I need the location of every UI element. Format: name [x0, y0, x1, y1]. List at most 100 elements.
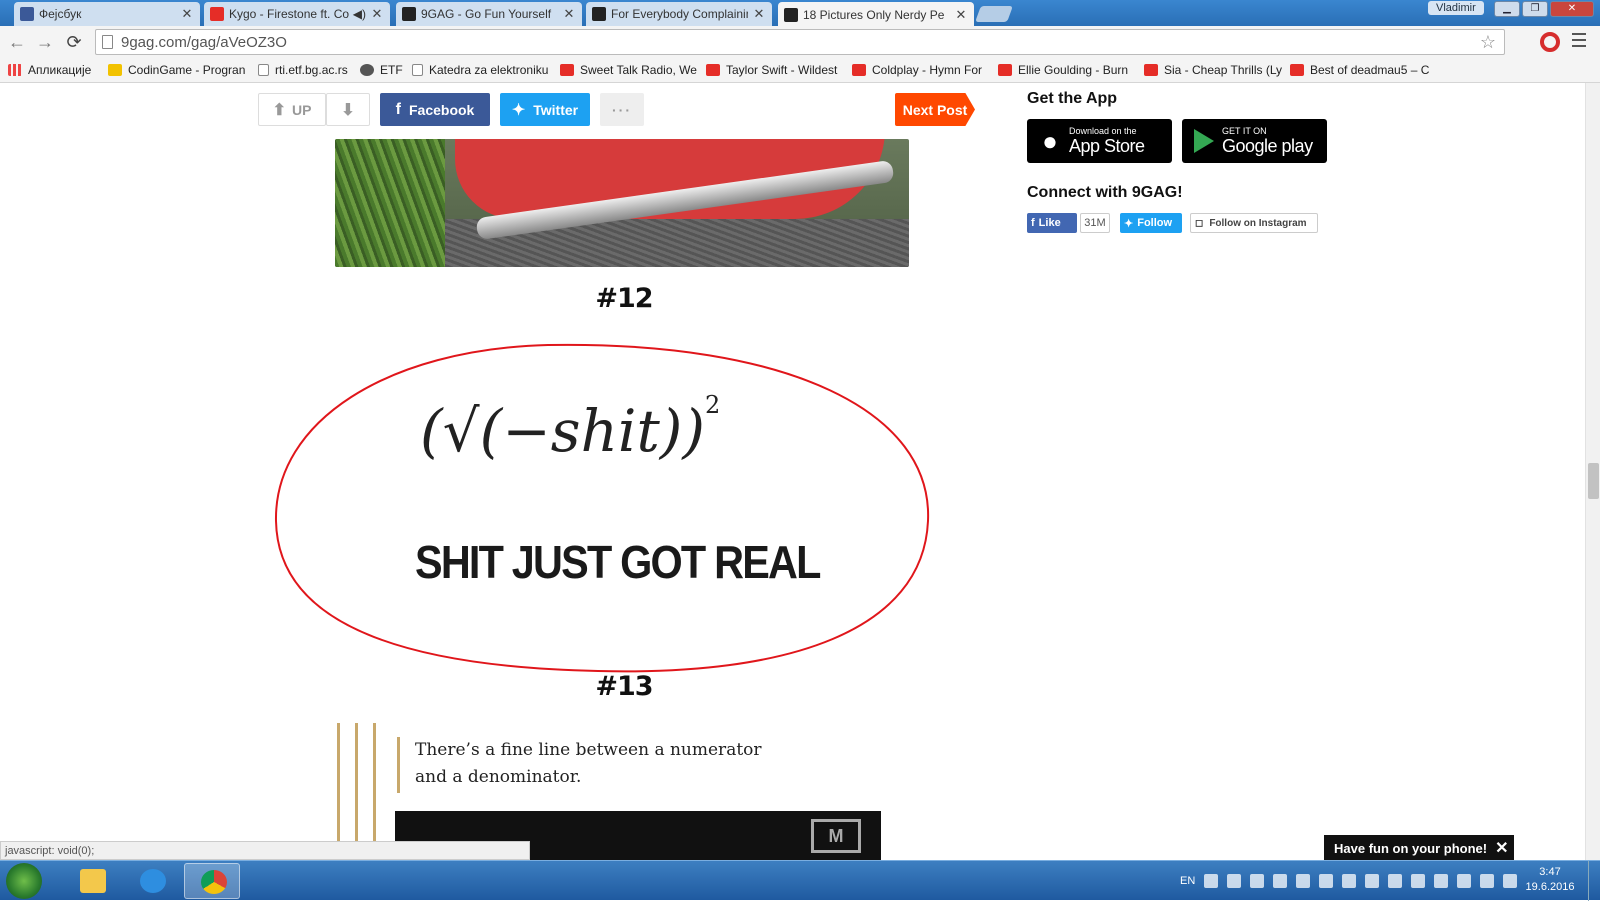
decorative-line — [337, 723, 340, 860]
meme-caption: SHIT JUST GOT REAL — [415, 536, 821, 588]
show-desktop-button[interactable] — [1588, 861, 1600, 901]
bookmark-ellie-goulding[interactable]: Ellie Goulding - Burn — [998, 63, 1136, 77]
bookmark-etf[interactable]: ETF — [360, 63, 404, 77]
facebook-share-button[interactable]: f Facebook — [380, 93, 490, 126]
app-store-button[interactable]: ● Download on the App Store — [1027, 119, 1172, 163]
get-app-title: Get the App — [1027, 90, 1118, 107]
keyboard-icon[interactable] — [1204, 874, 1219, 888]
key-icon[interactable] — [1227, 874, 1242, 888]
display-icon[interactable] — [1434, 874, 1449, 888]
bookmark-katedra[interactable]: Katedra za elektroniku — [412, 63, 552, 77]
9gag-icon — [592, 7, 606, 21]
tab-nerdy-pictures[interactable]: 18 Pictures Only Nerdy Pe ✕ — [778, 2, 974, 27]
youtube-icon — [852, 64, 866, 76]
close-icon[interactable]: ✕ — [752, 6, 766, 22]
bookmark-sweet-talk[interactable]: Sweet Talk Radio, We — [560, 63, 698, 77]
bookmark-deadmau5[interactable]: Best of deadmau5 – C — [1290, 63, 1430, 77]
bookmark-star-icon[interactable]: ☆ — [1480, 32, 1496, 53]
security-icon[interactable] — [1411, 874, 1426, 888]
flag-icon[interactable] — [1388, 874, 1403, 888]
system-tray: EN — [1180, 861, 1518, 901]
tray-app-icon[interactable] — [1296, 874, 1311, 888]
quote-text: There’s a fine line between a numerator … — [415, 737, 762, 791]
bookmark-label: Ellie Goulding - Burn — [1018, 63, 1129, 77]
bookmark-coldplay[interactable]: Coldplay - Hymn For — [852, 63, 990, 77]
internet-explorer-icon — [140, 869, 166, 893]
volume-icon[interactable] — [1503, 874, 1518, 888]
instagram-follow-button[interactable]: ◻ Follow on Instagram — [1190, 213, 1318, 233]
url-text[interactable]: 9gag.com/gag/aVeOZ3O — [121, 34, 287, 51]
twitter-follow-button[interactable]: ✦ Follow — [1120, 213, 1182, 233]
facebook-icon: f — [395, 100, 401, 118]
twitter-share-button[interactable]: ✦ Twitter — [500, 93, 590, 126]
twitter-icon: ✦ — [1124, 217, 1134, 230]
address-bar[interactable]: 9gag.com/gag/aVeOZ3O ☆ — [95, 29, 1505, 55]
dropbox-icon[interactable] — [1342, 874, 1357, 888]
forward-icon[interactable]: → — [34, 31, 56, 53]
signal-icon[interactable] — [1480, 874, 1495, 888]
back-icon[interactable]: ← — [6, 31, 28, 53]
scrollbar-thumb[interactable] — [1588, 463, 1599, 499]
tab-complaining[interactable]: For Everybody Complainin ✕ — [586, 2, 772, 26]
apple-icon: ● — [1042, 125, 1058, 156]
steam-icon[interactable] — [1273, 874, 1288, 888]
close-icon[interactable]: ✕ — [1495, 838, 1508, 858]
network-icon[interactable] — [1365, 874, 1380, 888]
tab-kygo[interactable]: Kygo - Firestone ft. Co ◀) ✕ — [204, 2, 390, 26]
twitter-icon: ✦ — [511, 101, 526, 119]
language-indicator[interactable]: EN — [1180, 875, 1195, 887]
bookmark-label: Sia - Cheap Thrills (Ly — [1164, 63, 1282, 77]
page-scrollbar[interactable] — [1585, 83, 1600, 860]
bookmark-label: Sweet Talk Radio, We — [580, 63, 697, 77]
instagram-icon: ◻ — [1195, 217, 1204, 229]
start-button[interactable] — [6, 863, 42, 899]
facebook-like-button[interactable]: f Like — [1027, 213, 1077, 233]
downvote-button[interactable]: ⬇ — [326, 93, 370, 126]
taskbar-internet-explorer[interactable] — [124, 863, 180, 899]
bookmark-apps[interactable]: Апликације — [8, 63, 100, 77]
tab-9gag-home[interactable]: 9GAG - Go Fun Yourself ✕ — [396, 2, 582, 26]
google-play-button[interactable]: GET IT ON Google play — [1182, 119, 1327, 163]
next-post-button[interactable]: Next Post — [895, 93, 975, 126]
minimize-button[interactable]: ▁ — [1494, 1, 1520, 17]
bookmark-codingame[interactable]: CodinGame - Progran — [108, 63, 250, 77]
facebook-like-count: 31M — [1080, 213, 1110, 233]
mtv-logo: M — [811, 819, 861, 853]
close-icon[interactable]: ✕ — [180, 6, 194, 22]
menu-icon[interactable] — [1572, 33, 1586, 47]
ig-follow-label: Follow on Instagram — [1209, 217, 1307, 229]
window-close-button[interactable]: ✕ — [1550, 1, 1594, 17]
tab-title: For Everybody Complainin — [611, 7, 748, 21]
windows-icon[interactable] — [1319, 874, 1334, 888]
browser-toolbar: ← → ⟳ 9gag.com/gag/aVeOZ3O ☆ — [0, 26, 1600, 58]
app-promo-toast[interactable]: Have fun on your phone! ✕ — [1324, 835, 1514, 860]
close-icon[interactable]: ✕ — [370, 6, 384, 22]
taskbar-chrome[interactable] — [184, 863, 240, 899]
browser-titlebar: Фејсбук ✕ Kygo - Firestone ft. Co ◀) ✕ 9… — [0, 0, 1600, 27]
youtube-icon — [1290, 64, 1304, 76]
new-tab-button[interactable] — [975, 6, 1013, 22]
windows-taskbar: EN 3:47 19.6.2016 — [0, 860, 1600, 901]
upvote-button[interactable]: ⬆ UP — [258, 93, 326, 126]
chrome-icon — [201, 870, 227, 894]
bookmark-label: CodinGame - Progran — [128, 63, 246, 77]
maximize-button[interactable]: ❐ — [1522, 1, 1548, 17]
bookmark-sia[interactable]: Sia - Cheap Thrills (Ly — [1144, 63, 1282, 77]
opera-extension-icon[interactable] — [1540, 32, 1560, 52]
close-icon[interactable]: ✕ — [954, 7, 968, 23]
bookmark-rti[interactable]: rti.etf.bg.ac.rs — [258, 63, 352, 77]
more-options-button[interactable]: ··· — [600, 93, 644, 126]
taskbar-clock[interactable]: 3:47 19.6.2016 — [1522, 865, 1578, 895]
close-icon[interactable]: ✕ — [562, 6, 576, 22]
profile-button[interactable]: Vladimir — [1428, 1, 1484, 15]
taskbar-explorer[interactable] — [64, 863, 120, 899]
bookmark-taylor-swift[interactable]: Taylor Swift - Wildest — [706, 63, 844, 77]
page-viewport: ⬆ UP ⬇ f Facebook ✦ Twitter ··· Next Post #… — [0, 83, 1585, 860]
reload-icon[interactable]: ⟳ — [63, 31, 85, 53]
google-play-icon — [1194, 129, 1214, 153]
9gag-icon — [402, 7, 416, 21]
battery-icon[interactable] — [1457, 874, 1472, 888]
tray-app-icon[interactable] — [1250, 874, 1265, 888]
facebook-share-label: Facebook — [408, 101, 475, 118]
tab-facebook[interactable]: Фејсбук ✕ — [14, 2, 200, 26]
